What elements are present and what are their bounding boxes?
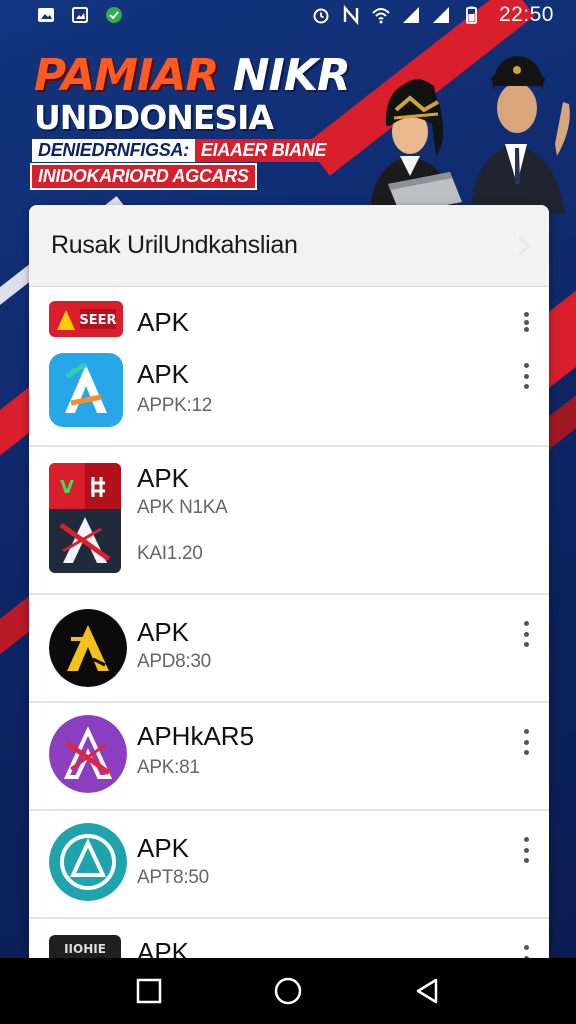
signal-icon-2 xyxy=(431,5,451,25)
overflow-menu-icon[interactable] xyxy=(521,312,531,332)
red-banner-app-icon: SEER xyxy=(49,301,123,337)
square-recents-icon[interactable] xyxy=(129,971,169,1011)
promo-banner[interactable]: PAMIAR NIKR UNDDONESIA DENIEDRNFIGSA: EI… xyxy=(0,30,576,214)
overflow-menu-icon[interactable] xyxy=(521,837,531,863)
app-name: APHkAR5 xyxy=(137,721,255,751)
app-version: APPK:12 xyxy=(137,395,213,416)
banner-subtitle-white: DENIEDRNFIGSA: xyxy=(32,139,195,162)
app-size: KAI1.20 xyxy=(137,543,203,564)
app-version: APK N1KA xyxy=(137,497,228,518)
app-version: APT8:50 xyxy=(137,867,209,888)
gallery-notification-icon xyxy=(70,5,90,25)
app-name: APK xyxy=(137,617,190,647)
list-item[interactable]: APK APPK:12 xyxy=(29,337,549,447)
app-name: APK xyxy=(137,359,190,389)
banner-title: PAMIAR NIKR xyxy=(34,50,351,101)
icon-label: IIOHIE xyxy=(64,942,106,956)
black-yellow-a-app-icon xyxy=(49,609,127,687)
navigation-bar xyxy=(0,958,576,1024)
teal-a-app-icon xyxy=(49,823,127,901)
list-item[interactable]: APHkAR5 APK:81 xyxy=(29,703,549,811)
list-item[interactable]: APK APT8:50 xyxy=(29,811,549,919)
banner-title-line2: UNDDONESIA xyxy=(34,98,274,137)
nfc-icon xyxy=(341,5,361,25)
battery-icon xyxy=(461,5,481,25)
clock: 22:50 xyxy=(498,3,554,26)
chevron-right-icon xyxy=(510,235,530,256)
blue-a-app-icon xyxy=(49,353,123,427)
app-version: APD8:30 xyxy=(137,651,211,672)
app-name: APK xyxy=(137,307,190,337)
overflow-menu-icon[interactable] xyxy=(521,621,531,647)
banner-subtitle-line2: INIDOKARIORD AGCARS xyxy=(30,163,257,190)
man-in-uniform-illustration xyxy=(471,56,570,214)
wifi-icon xyxy=(371,5,391,25)
list-item[interactable]: V APK APK N1KA KAI1.20 xyxy=(29,447,549,595)
icon-label: SEER xyxy=(79,313,116,328)
circle-home-icon[interactable] xyxy=(268,971,308,1011)
status-bar: 22:50 xyxy=(0,0,576,30)
app-list-card: Rusak UrilUndkahslian SEER APK APK APPK:… xyxy=(29,205,549,965)
green-app-notification-icon xyxy=(104,5,124,25)
banner-title-part1: PAMIAR xyxy=(34,50,219,101)
list-item[interactable]: SEER APK xyxy=(29,287,549,337)
banner-title-part2: NIKR xyxy=(232,50,351,101)
purple-a-app-icon xyxy=(49,715,127,793)
woman-with-laptop-illustration xyxy=(370,79,462,214)
banner-subtitle: DENIEDRNFIGSA: EIAAER BIANE xyxy=(32,139,333,162)
alarm-icon xyxy=(311,5,331,25)
overflow-menu-icon[interactable] xyxy=(521,363,531,389)
app-name: APK xyxy=(137,463,190,493)
app-version: APK:81 xyxy=(137,757,200,778)
card-header[interactable]: Rusak UrilUndkahslian xyxy=(29,205,549,287)
image-notification-icon xyxy=(36,5,56,25)
card-title: Rusak UrilUndkahslian xyxy=(51,231,298,259)
overflow-menu-icon[interactable] xyxy=(521,729,531,755)
app-name: APK xyxy=(137,833,190,863)
signal-icon xyxy=(401,5,421,25)
banner-subtitle-red: EIAAER BIANE xyxy=(194,139,333,162)
list-item[interactable]: APK APD8:30 xyxy=(29,595,549,703)
red-dark-a-app-icon: V xyxy=(49,463,121,573)
triangle-back-icon[interactable] xyxy=(407,971,447,1011)
icon-label: V xyxy=(60,477,74,498)
